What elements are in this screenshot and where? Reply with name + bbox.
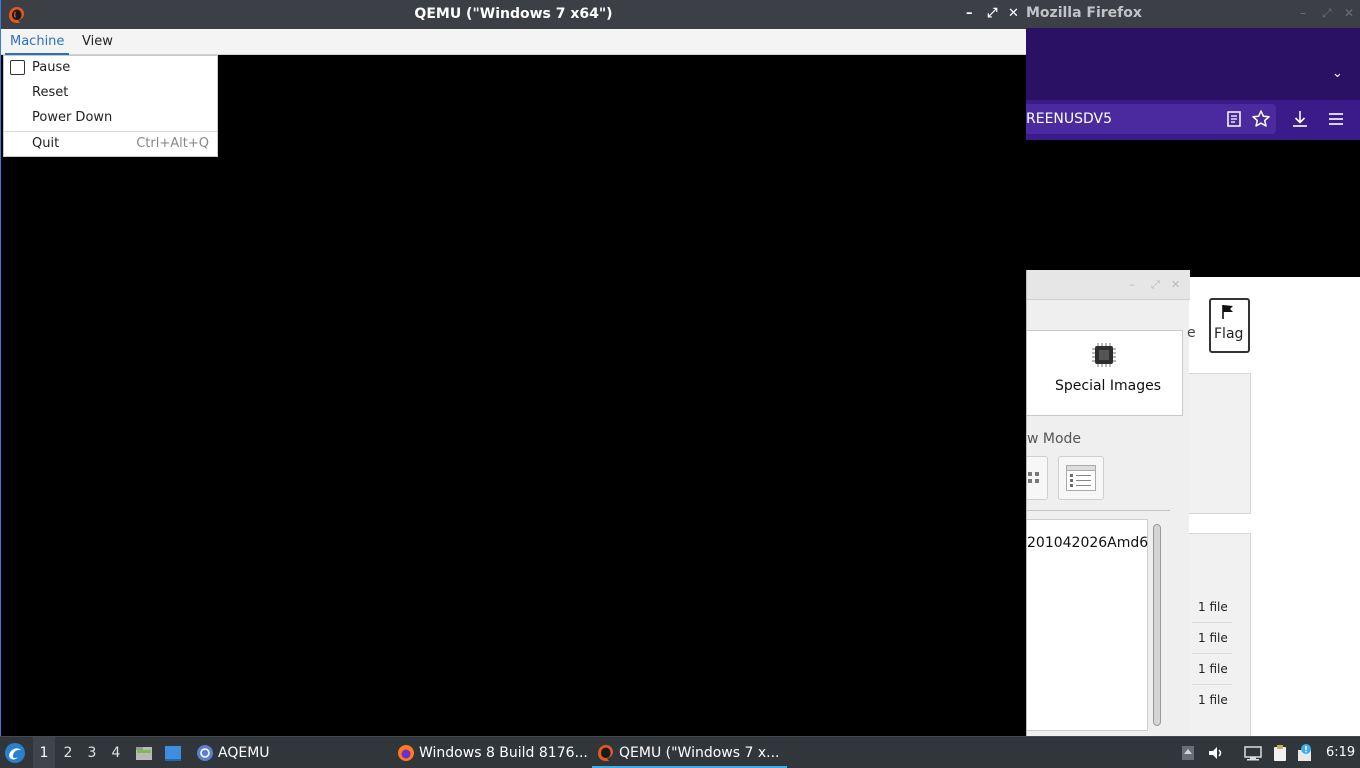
workspace-1[interactable]: 1 (33, 737, 55, 768)
scrollbar[interactable] (1153, 524, 1161, 726)
aqemu-titlebar: – ⤢ ✕ (1027, 270, 1190, 300)
firefox-icon (398, 745, 414, 761)
qemu-logo-icon (598, 745, 613, 761)
close-icon[interactable]: ✕ (1171, 278, 1180, 291)
firefox-window-title: Mozilla Firefox (1026, 5, 1142, 21)
chip-icon (1092, 343, 1116, 367)
grid-icon (1028, 472, 1039, 483)
pause-checkbox[interactable] (10, 60, 25, 75)
qemu-window-title: QEMU ("Windows 7 x64") (414, 6, 613, 22)
qemu-window: QEMU ("Windows 7 x64") – ⤢ ✕ Machine Vie… (0, 0, 1026, 736)
maximize-icon[interactable]: ⤢ (1322, 6, 1332, 21)
volume-icon[interactable] (1207, 744, 1225, 762)
notification-icon[interactable] (1296, 744, 1314, 762)
menu-item-label: Power Down (32, 110, 113, 125)
reader-view-icon[interactable] (1224, 109, 1244, 129)
menu-item-power-down[interactable]: Power Down (4, 106, 217, 131)
aqemu-icon (197, 745, 213, 761)
menu-bar: Machine View (1, 29, 1026, 55)
menu-machine[interactable]: Machine (5, 29, 70, 55)
firefox-video-area (1026, 140, 1360, 277)
tab-label-partial[interactable]: e (1187, 325, 1196, 341)
qemu-titlebar[interactable]: QEMU ("Windows 7 x64") – ⤢ ✕ (1, 0, 1026, 29)
star-icon[interactable] (1251, 109, 1271, 129)
vm-display[interactable] (1, 55, 1026, 736)
menu-item-quit[interactable]: Quit Ctrl+Alt+Q (4, 132, 217, 157)
clipboard-icon[interactable] (1271, 744, 1289, 762)
menu-item-label: Reset (32, 85, 69, 100)
download-icon[interactable] (1290, 109, 1310, 129)
divider (1192, 622, 1232, 623)
menu-item-reset[interactable]: Reset (4, 81, 217, 106)
divider (1192, 653, 1232, 654)
machine-menu-dropdown: Pause Reset Power Down Quit Ctrl+Alt+Q (3, 55, 218, 157)
tray-expand-icon[interactable] (1179, 744, 1197, 762)
flag-icon (1222, 305, 1233, 319)
url-text[interactable]: REENUSDV5 (1026, 111, 1112, 127)
clock[interactable]: 6:19 (1326, 737, 1355, 768)
firefox-tab-strip (1026, 28, 1360, 100)
list-item[interactable]: 201042026Amd64 (1027, 535, 1148, 551)
menu-item-label: Quit (32, 136, 60, 151)
hamburger-menu-icon[interactable] (1326, 109, 1346, 129)
menu-item-label: Pause (32, 60, 71, 75)
list-view-icon (1066, 465, 1096, 491)
aqemu-dialog: – ⤢ ✕ e Special Images w Mode 201042026A… (1026, 270, 1196, 740)
list-all-tabs-icon[interactable]: ⌄ (1332, 66, 1343, 81)
close-icon[interactable]: ✕ (1008, 6, 1019, 21)
file-count: 1 file (1198, 693, 1228, 707)
file-count: 1 file (1198, 631, 1228, 645)
icon-view-button[interactable] (1027, 456, 1048, 500)
task-firefox[interactable]: Windows 8 Build 8176... (419, 737, 588, 768)
taskbar: 1 2 3 4 AQEMU Windows 8 Build 8176... QE… (0, 736, 1360, 768)
workspace-3[interactable]: 3 (81, 737, 103, 768)
special-images-label: Special Images (1055, 378, 1162, 394)
view-mode-label: w Mode (1027, 431, 1082, 447)
task-aqemu[interactable]: AQEMU (218, 737, 270, 768)
network-icon[interactable] (1244, 744, 1262, 762)
start-menu-icon[interactable] (4, 742, 26, 764)
maximize-icon[interactable]: ⤢ (987, 6, 997, 21)
minimize-icon[interactable]: – (1129, 278, 1135, 291)
show-desktop-icon[interactable] (164, 744, 182, 762)
file-count: 1 file (1198, 600, 1228, 614)
task-qemu[interactable]: QEMU ("Windows 7 x... (619, 737, 779, 768)
menu-item-pause[interactable]: Pause (4, 56, 217, 81)
maximize-icon[interactable]: ⤢ (1151, 278, 1160, 292)
list-view-button[interactable] (1058, 456, 1104, 500)
workspace-4[interactable]: 4 (105, 737, 127, 768)
close-icon[interactable]: ✕ (1344, 6, 1354, 20)
workspace-2[interactable]: 2 (57, 737, 79, 768)
firefox-titlebar: Mozilla Firefox – ⤢ ✕ (1026, 0, 1360, 28)
file-count: 1 file (1198, 662, 1228, 676)
menu-view[interactable]: View (77, 29, 118, 55)
file-manager-icon[interactable] (135, 744, 153, 762)
side-panel (1188, 373, 1251, 514)
flag-label: Flag (1214, 326, 1244, 342)
menu-item-shortcut: Ctrl+Alt+Q (136, 136, 209, 151)
minimize-icon[interactable]: – (1300, 6, 1306, 20)
divider (1192, 684, 1232, 685)
minimize-icon[interactable]: – (966, 6, 973, 21)
divider (1027, 510, 1170, 511)
